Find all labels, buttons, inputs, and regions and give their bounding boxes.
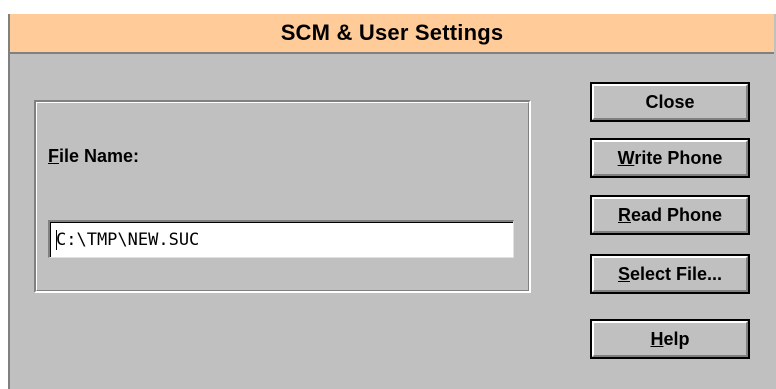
help-label-rest: elp bbox=[663, 328, 690, 349]
select-file-button-label: Select File... bbox=[618, 264, 722, 285]
dialog-title-bar[interactable]: SCM & User Settings bbox=[10, 14, 774, 54]
read-phone-button-label: Read Phone bbox=[618, 205, 722, 226]
file-name-label: File Name: bbox=[48, 146, 139, 167]
file-name-label-rest: ile Name: bbox=[59, 146, 140, 166]
select-file-mnemonic: S bbox=[617, 263, 630, 284]
help-mnemonic: H bbox=[650, 328, 664, 349]
select-file-button[interactable]: Select File... bbox=[590, 254, 750, 294]
group-box-inner-border bbox=[36, 102, 529, 291]
file-name-label-mnemonic: F bbox=[48, 146, 59, 166]
read-phone-label-rest: ead Phone bbox=[630, 204, 723, 225]
file-name-group-box bbox=[34, 100, 531, 293]
dialog-title: SCM & User Settings bbox=[280, 20, 504, 45]
dialog-left-border bbox=[8, 14, 10, 389]
write-phone-button-label: Write Phone bbox=[618, 148, 723, 169]
text-caret bbox=[56, 230, 57, 250]
file-name-input[interactable]: C:\TMP\NEW.SUC bbox=[48, 220, 514, 258]
close-button[interactable]: Close bbox=[590, 82, 750, 122]
write-phone-button[interactable]: Write Phone bbox=[590, 138, 750, 178]
file-name-input-value: C:\TMP\NEW.SUC bbox=[56, 229, 200, 250]
read-phone-button[interactable]: Read Phone bbox=[590, 195, 750, 235]
read-phone-mnemonic: R bbox=[617, 204, 631, 225]
select-file-label-rest: elect File... bbox=[629, 263, 723, 284]
window: SCM & User Settings File Name: C:\TMP\NE… bbox=[0, 0, 776, 389]
write-phone-label-rest: rite Phone bbox=[634, 147, 723, 168]
help-button[interactable]: Help bbox=[590, 319, 750, 359]
close-button-label: Close bbox=[645, 91, 695, 112]
write-phone-mnemonic: W bbox=[617, 147, 635, 168]
help-button-label: Help bbox=[650, 329, 689, 350]
